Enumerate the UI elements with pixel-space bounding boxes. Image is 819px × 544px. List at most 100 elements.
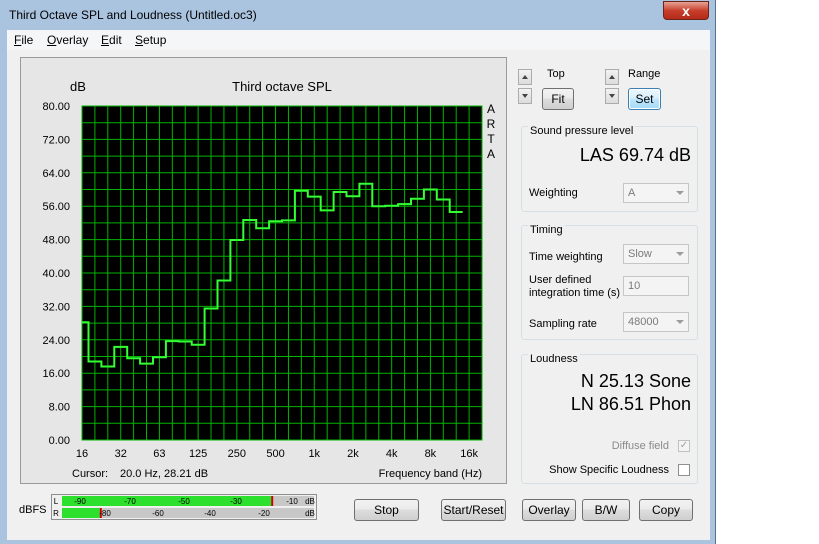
- chevron-down-icon: [676, 320, 684, 324]
- y-axis-label: dB: [70, 79, 86, 94]
- arrow-up-icon: [522, 75, 528, 79]
- fit-button[interactable]: Fit: [542, 88, 574, 110]
- overlay-button[interactable]: Overlay: [522, 499, 576, 521]
- timing-group-title: Timing: [528, 224, 565, 236]
- y-tick-label: 24.00: [42, 335, 70, 347]
- chevron-down-icon: [676, 252, 684, 256]
- menu-bar: File Overlay Edit Setup: [7, 30, 710, 50]
- meter-l-tick: -10: [286, 497, 298, 506]
- spl-value: LAS 69.74 dB: [579, 145, 691, 165]
- arrow-up-icon: [609, 75, 615, 79]
- spl-group: Sound pressure level LAS 69.74 dB Weight…: [521, 125, 698, 212]
- time-weighting-select[interactable]: Slow: [623, 244, 689, 264]
- range-label: Range: [628, 68, 661, 80]
- integration-label-2: integration time (s): [529, 287, 621, 299]
- top-up-spinner[interactable]: [518, 69, 532, 85]
- menu-overlay[interactable]: Overlay: [47, 33, 88, 47]
- start-reset-button[interactable]: Start/Reset: [441, 499, 506, 521]
- x-tick-label: 63: [153, 448, 165, 460]
- meter-r-tick: -60: [152, 509, 164, 518]
- y-tick-label: 40.00: [42, 268, 70, 280]
- diffuse-field-checkbox[interactable]: ✓: [678, 440, 690, 452]
- x-tick-label: 125: [189, 448, 207, 460]
- meter-l-peak: [271, 496, 274, 506]
- weighting-select[interactable]: A: [623, 183, 689, 203]
- range-up-spinner[interactable]: [605, 69, 619, 85]
- diffuse-field-label: Diffuse field: [611, 440, 669, 452]
- copy-button[interactable]: Copy: [639, 499, 693, 521]
- x-axis-label: Frequency band (Hz): [379, 468, 482, 480]
- x-tick-label: 4k: [386, 448, 398, 460]
- x-tick-label: 250: [228, 448, 246, 460]
- menu-edit[interactable]: Edit: [101, 33, 122, 47]
- set-button[interactable]: Set: [628, 88, 661, 110]
- y-tick-label: 32.00: [42, 301, 70, 313]
- x-tick-label: 32: [115, 448, 127, 460]
- loudness-ln-value: LN 86.51 Phon: [570, 394, 691, 414]
- integration-time-input[interactable]: 10: [623, 276, 689, 296]
- spl-chart-frame: 0.00 8.00 16.00 24.00 32.00 40.00 48.00 56.00 64…: [20, 57, 507, 484]
- y-tick-label: 0.00: [49, 435, 70, 447]
- meter-r-channel-label: R: [53, 509, 59, 518]
- close-button[interactable]: x: [663, 1, 709, 20]
- meter-l-tick: -90: [74, 497, 86, 506]
- chart-title: Third octave SPL: [232, 79, 332, 94]
- x-tick-label: 16k: [460, 448, 478, 460]
- app-window: Third Octave SPL and Loudness (Untitled.…: [0, 0, 716, 544]
- loudness-n-value: N 25.13 Sone: [580, 371, 691, 391]
- menu-setup[interactable]: Setup: [135, 33, 166, 47]
- cursor-value: 20.0 Hz, 28.21 dB: [120, 468, 208, 480]
- y-tick-label: 48.00: [42, 235, 70, 247]
- y-tick-label: 8.00: [49, 402, 70, 414]
- level-meter: L R -90 -70 -50 -30 -10 dB -80 -60 -40 -20 dB: [51, 494, 317, 520]
- arta-watermark-letter: A: [487, 102, 495, 116]
- arta-watermark-letter: A: [487, 147, 495, 161]
- menu-file[interactable]: File: [14, 33, 33, 47]
- x-tick-label: 500: [266, 448, 284, 460]
- meter-r-tick: -40: [204, 509, 216, 518]
- cursor-label: Cursor:: [72, 468, 108, 480]
- third-octave-spl-chart[interactable]: 0.00 8.00 16.00 24.00 32.00 40.00 48.00 56.00 64…: [21, 58, 506, 483]
- sampling-rate-label: Sampling rate: [529, 318, 597, 330]
- arrow-down-icon: [522, 94, 528, 98]
- chevron-down-icon: [676, 191, 684, 195]
- meter-r-tick: dB: [305, 509, 315, 518]
- time-weighting-label: Time weighting: [529, 251, 603, 263]
- meter-r-tick: -20: [258, 509, 270, 518]
- close-icon: x: [682, 3, 690, 19]
- sampling-rate-select[interactable]: 48000: [623, 312, 689, 332]
- timing-group: Timing Time weighting Slow User defined …: [521, 224, 698, 340]
- loudness-group-title: Loudness: [528, 353, 580, 365]
- x-tick-label: 8k: [425, 448, 437, 460]
- range-down-spinner[interactable]: [605, 88, 619, 104]
- y-tick-label: 16.00: [42, 368, 70, 380]
- top-label: Top: [547, 68, 565, 80]
- title-bar[interactable]: Third Octave SPL and Loudness (Untitled.…: [0, 0, 716, 28]
- dbfs-label: dBFS: [19, 504, 47, 516]
- weighting-label: Weighting: [529, 187, 578, 199]
- client-area: File Overlay Edit Setup 0.00 8.00 16.00 24.…: [7, 30, 710, 540]
- x-tick-label: 1k: [308, 448, 320, 460]
- spl-group-title: Sound pressure level: [528, 125, 636, 137]
- top-down-spinner[interactable]: [518, 88, 532, 104]
- meter-l-tick: dB: [305, 497, 315, 506]
- bw-button[interactable]: B/W: [582, 499, 630, 521]
- meter-r-fill: [62, 508, 100, 518]
- level-meter-bars: LR -90 -70 -50 -30 -10 dB -80 -60 -40 -20 dB: [53, 496, 315, 518]
- stop-button[interactable]: Stop: [354, 499, 419, 521]
- specific-loudness-checkbox[interactable]: [678, 464, 690, 476]
- y-tick-label: 72.00: [42, 134, 70, 146]
- window-title: Third Octave SPL and Loudness (Untitled.…: [9, 8, 257, 22]
- specific-loudness-label: Show Specific Loudness: [549, 464, 669, 476]
- y-tick-label: 56.00: [42, 201, 70, 213]
- arta-watermark-letter: R: [487, 117, 496, 131]
- meter-l-channel-label: L: [54, 497, 59, 506]
- x-tick-label: 16: [76, 448, 88, 460]
- loudness-group: Loudness N 25.13 Sone LN 86.51 Phon Diff…: [521, 353, 698, 484]
- y-tick-label: 64.00: [42, 168, 70, 180]
- checkmark-icon: ✓: [679, 440, 689, 451]
- arrow-down-icon: [609, 94, 615, 98]
- meter-l-tick: -70: [124, 497, 136, 506]
- integration-label-1: User defined: [529, 274, 592, 286]
- x-tick-label: 2k: [347, 448, 359, 460]
